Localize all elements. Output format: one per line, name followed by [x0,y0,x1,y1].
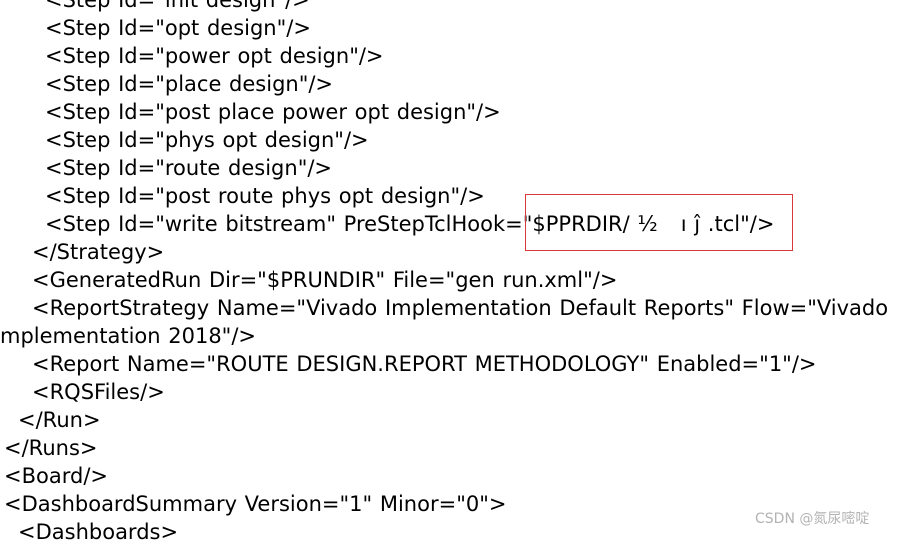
code-line-generated-run: <GeneratedRun Dir="$PRUNDIR" File="gen r… [32,268,618,292]
code-line-dashboards: <Dashboards> [18,520,179,544]
code-line-step-phys-opt: <Step Id="phys opt design"/> [45,128,369,152]
code-line-step-route: <Step Id="route design"/> [45,156,333,180]
code-line-report-strategy: <ReportStrategy Name="Vivado Implementat… [32,296,889,320]
code-line-step-power-opt: <Step Id="power opt design"/> [45,44,384,68]
code-line-strategy-close: </Strategy> [32,240,165,264]
code-line-report-strategy-cont: mplementation 2018"/> [0,324,257,348]
code-line-step-place: <Step Id="place design"/> [45,72,334,96]
watermark-text: CSDN @氮尿嘧啶 [755,511,870,527]
code-line-rqsfiles: <RQSFiles/> [32,380,165,404]
code-line-step-init: <Step Id="init design"/> [45,0,310,12]
highlight-box [525,194,793,251]
code-line-run-close: </Run> [18,408,101,432]
code-line-step-post-route: <Step Id="post route phys opt design"/> [45,184,485,208]
code-line-step-post-place: <Step Id="post place power opt design"/> [45,100,501,124]
code-line-board: <Board/> [4,464,108,488]
code-line-step-opt: <Step Id="opt design"/> [45,16,311,40]
code-line-report: <Report Name="ROUTE DESIGN.REPORT METHOD… [32,352,817,376]
code-line-dashboard-summary: <DashboardSummary Version="1" Minor="0"> [4,492,507,516]
code-line-runs-close: </Runs> [4,436,98,460]
